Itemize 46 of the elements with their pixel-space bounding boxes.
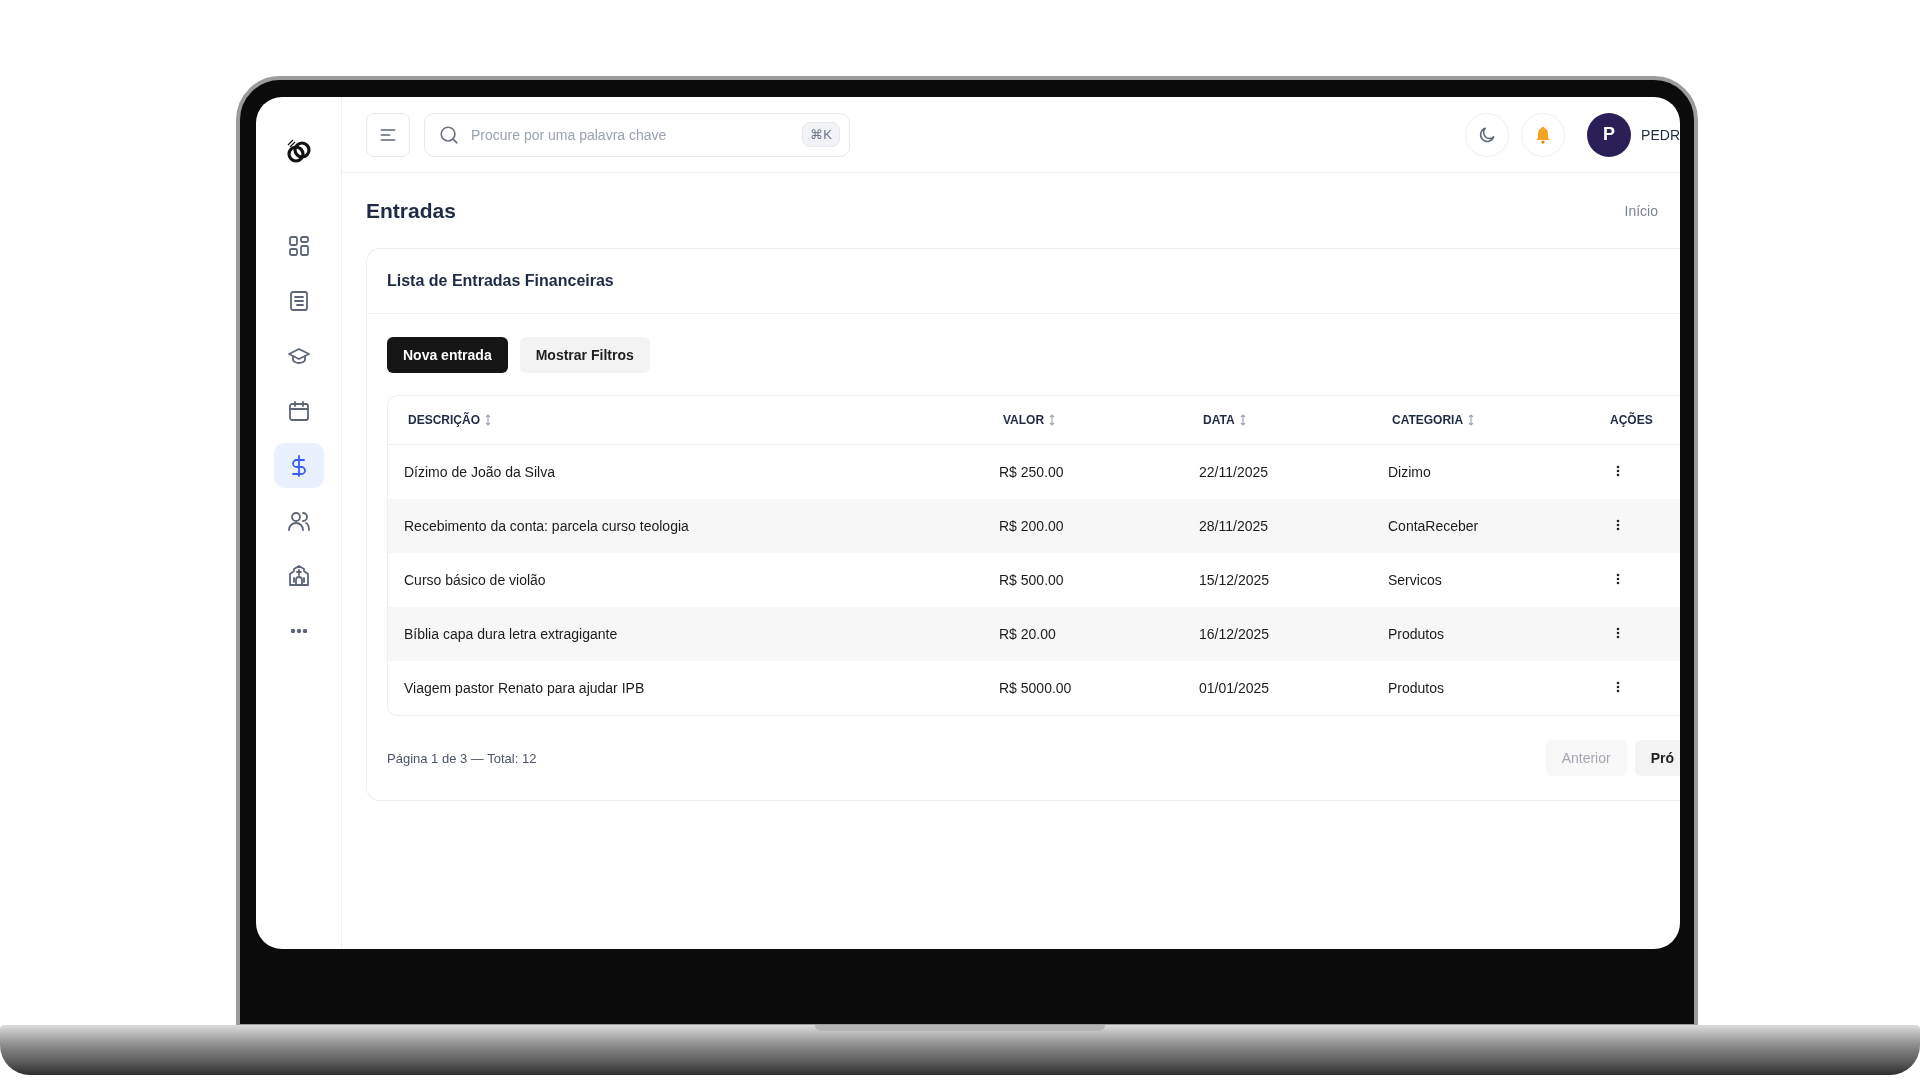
table-cell: R$ 20.00 bbox=[999, 626, 1056, 642]
table-cell: 16/12/2025 bbox=[1199, 626, 1270, 642]
page-title: Entradas bbox=[366, 198, 457, 223]
column-header: AÇÕES bbox=[1610, 413, 1653, 427]
table-cell: 01/01/2025 bbox=[1199, 680, 1270, 696]
table-cell: Viagem pastor Renato para ajudar IPB bbox=[404, 680, 645, 696]
next-button[interactable]: Pró bbox=[1634, 740, 1680, 776]
pagination-summary: Página 1 de 3 — Total: 12 bbox=[387, 750, 537, 766]
church-icon bbox=[286, 563, 311, 588]
user-name: PEDR bbox=[1641, 126, 1680, 143]
table-cell: R$ 250.00 bbox=[999, 464, 1064, 480]
calendar-icon bbox=[286, 398, 311, 423]
table-cell: Curso básico de violão bbox=[404, 572, 546, 588]
table-cell: 15/12/2025 bbox=[1199, 572, 1270, 588]
kebab-menu-icon[interactable] bbox=[1616, 573, 1620, 585]
column-header[interactable]: CATEGORIA bbox=[1392, 413, 1464, 427]
table-cell: 22/11/2025 bbox=[1199, 464, 1269, 480]
table-cell: Bíblia capa dura letra extragigante bbox=[404, 626, 618, 642]
new-entry-button[interactable]: Nova entrada bbox=[387, 337, 508, 373]
table-cell: Dízimo de João da Silva bbox=[404, 464, 555, 480]
column-header[interactable]: DESCRIÇÃO bbox=[408, 413, 480, 427]
table-cell: Dizimo bbox=[1388, 464, 1431, 480]
sidebar-item[interactable] bbox=[273, 443, 324, 488]
table-cell: ContaReceber bbox=[1388, 518, 1479, 534]
table-cell: 28/11/2025 bbox=[1199, 518, 1269, 534]
kebab-menu-icon[interactable] bbox=[1616, 519, 1620, 531]
table-cell: Produtos bbox=[1388, 626, 1445, 642]
table-cell: Recebimento da conta: parcela curso teologia bbox=[404, 518, 689, 534]
more-icon bbox=[290, 628, 307, 633]
table-cell: Servicos bbox=[1388, 572, 1442, 588]
kebab-menu-icon[interactable] bbox=[1616, 681, 1620, 693]
filter-button[interactable]: Mostrar Filtros bbox=[519, 337, 650, 373]
kebab-menu-icon[interactable] bbox=[1616, 627, 1620, 639]
table-cell: R$ 200.00 bbox=[999, 518, 1064, 534]
kebab-menu-icon[interactable] bbox=[1616, 465, 1620, 477]
avatar[interactable]: P bbox=[1587, 112, 1632, 157]
menu-button[interactable] bbox=[366, 112, 410, 157]
table-cell: Produtos bbox=[1388, 680, 1445, 696]
table-cell: R$ 500.00 bbox=[999, 572, 1064, 588]
breadcrumb-link[interactable]: Início bbox=[1624, 202, 1658, 219]
column-header[interactable]: VALOR bbox=[1003, 413, 1045, 427]
card-title: Lista de Entradas Financeiras bbox=[367, 249, 1680, 314]
search-icon bbox=[438, 123, 460, 146]
column-header[interactable]: DATA bbox=[1203, 413, 1235, 427]
table-cell: R$ 5000.00 bbox=[999, 680, 1072, 696]
grid-icon bbox=[286, 233, 311, 258]
